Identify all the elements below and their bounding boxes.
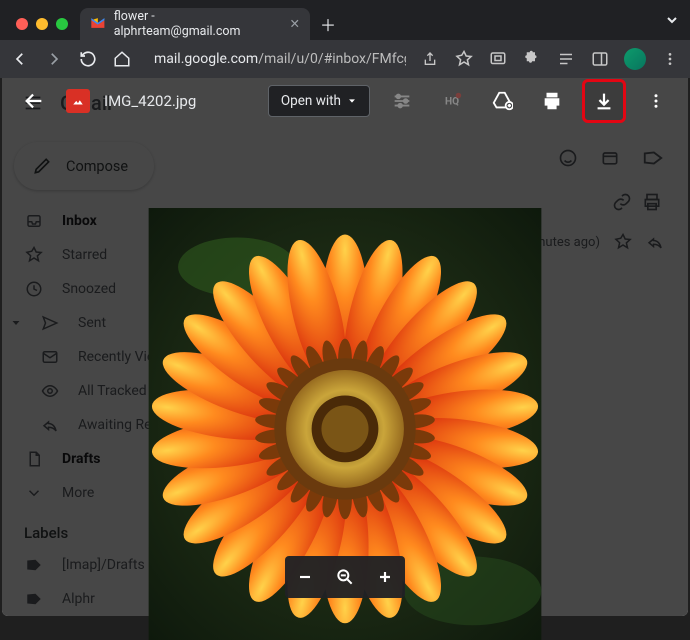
download-button[interactable]	[584, 81, 624, 121]
bookmark-button[interactable]	[454, 49, 474, 69]
browser-toolbar: mail.google.com/mail/u/0/#inbox/FMfcg…	[0, 40, 690, 78]
zoom-reset-button[interactable]	[325, 556, 365, 598]
cast-icon[interactable]	[488, 49, 508, 69]
browser-menu-button[interactable]	[660, 49, 680, 69]
add-to-drive-button[interactable]	[484, 83, 520, 119]
forward-button[interactable]	[44, 49, 64, 69]
home-button[interactable]	[112, 49, 132, 69]
zoom-controls	[285, 556, 405, 598]
attachment-viewer: IMG_4202.jpg Open with HQ	[2, 78, 688, 616]
url-host: mail.google.com	[154, 51, 258, 67]
browser-tab-strip: flower - alphrteam@gmail.com ✕ ＋	[0, 0, 690, 40]
caret-down-icon	[347, 96, 357, 106]
open-with-label: Open with	[281, 93, 341, 109]
viewer-more-button[interactable]	[638, 83, 674, 119]
viewer-filename: IMG_4202.jpg	[104, 92, 196, 110]
address-bar[interactable]: mail.google.com/mail/u/0/#inbox/FMfcg…	[146, 51, 406, 67]
hq-icon[interactable]: HQ	[434, 83, 470, 119]
maximize-window-icon[interactable]	[56, 18, 68, 30]
extensions-icon[interactable]	[522, 49, 542, 69]
url-path: /mail/u/0/#inbox/FMfcg…	[258, 51, 406, 67]
window-controls	[16, 18, 68, 30]
svg-text:HQ: HQ	[445, 97, 459, 108]
side-panel-icon[interactable]	[590, 49, 610, 69]
file-type-icon	[66, 89, 90, 113]
viewer-toolbar: IMG_4202.jpg Open with HQ	[2, 78, 688, 124]
browser-tab[interactable]: flower - alphrteam@gmail.com ✕	[80, 8, 310, 40]
new-tab-button[interactable]: ＋	[314, 10, 342, 38]
close-window-icon[interactable]	[16, 18, 28, 30]
minimize-window-icon[interactable]	[36, 18, 48, 30]
tab-close-icon[interactable]: ✕	[290, 16, 300, 32]
reading-list-icon[interactable]	[556, 49, 576, 69]
viewer-back-button[interactable]	[16, 83, 52, 119]
print-button[interactable]	[534, 83, 570, 119]
back-button[interactable]	[10, 49, 30, 69]
tab-title: flower - alphrteam@gmail.com	[114, 9, 282, 39]
zoom-out-button[interactable]	[285, 556, 325, 598]
tab-overflow-icon[interactable]	[664, 12, 680, 32]
extension-badge-icon[interactable]	[624, 48, 646, 70]
open-with-button[interactable]: Open with	[268, 85, 370, 117]
gmail-favicon-icon	[90, 16, 106, 32]
reload-button[interactable]	[78, 49, 98, 69]
adjust-icon[interactable]	[384, 83, 420, 119]
zoom-in-button[interactable]	[365, 556, 405, 598]
share-button[interactable]	[420, 49, 440, 69]
toolbar-right	[488, 48, 680, 70]
